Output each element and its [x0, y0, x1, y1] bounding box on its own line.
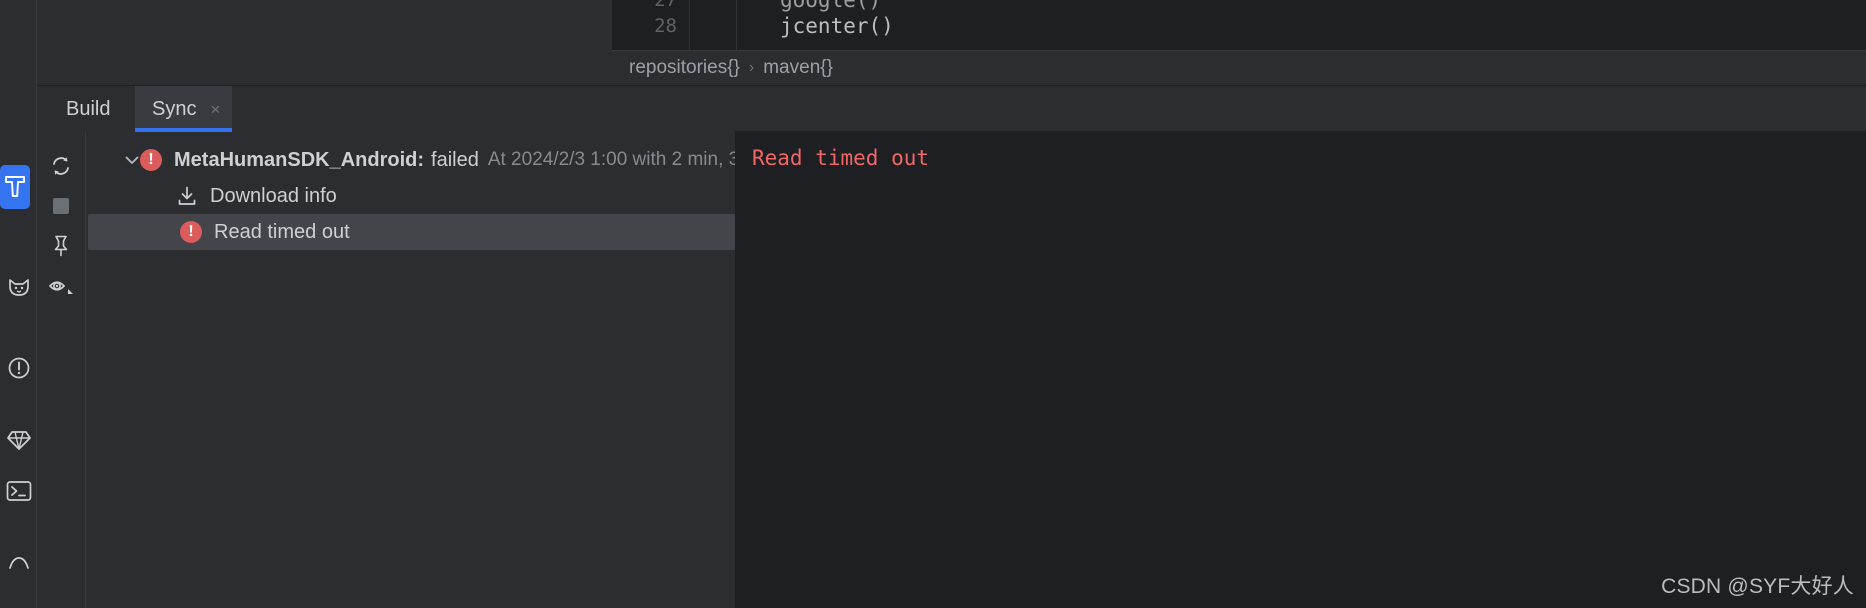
- line-number: 27: [654, 0, 677, 11]
- editor-left-gutter: [0, 0, 37, 85]
- expanded-chevron-icon[interactable]: [124, 154, 140, 166]
- code-folding-gutter[interactable]: [689, 0, 737, 50]
- sync-result-tree: ! MetaHumanSDK_Android: failed At 2024/2…: [86, 132, 772, 608]
- partial-icon: [7, 554, 31, 572]
- error-icon: !: [180, 221, 202, 243]
- cat-assistant-icon: [7, 277, 31, 299]
- rail-item-build[interactable]: [0, 165, 30, 209]
- close-icon[interactable]: ×: [210, 101, 220, 118]
- chevron-right-icon: ›: [748, 59, 755, 76]
- breadcrumb-item-maven[interactable]: maven{}: [763, 57, 833, 79]
- console-error-text: Read timed out: [752, 146, 930, 170]
- stop-button[interactable]: [43, 188, 79, 224]
- rerun-button[interactable]: [43, 148, 79, 184]
- left-tool-rail: [0, 85, 37, 608]
- tab-build[interactable]: Build: [49, 86, 127, 132]
- editor-strip: 27 28 google() jcenter() repositories{} …: [0, 0, 1866, 85]
- tab-build-label: Build: [66, 97, 111, 120]
- tree-row-read-timed-out[interactable]: ! Read timed out: [88, 214, 756, 250]
- show-options-button[interactable]: [43, 268, 79, 304]
- console-output-panel[interactable]: Read timed out: [735, 131, 1866, 608]
- watermark: CSDN @SYF大好人: [1661, 575, 1854, 598]
- rail-item-more[interactable]: [0, 540, 37, 586]
- project-name: MetaHumanSDK_Android:: [174, 148, 425, 171]
- rail-item-assistant[interactable]: [0, 265, 37, 311]
- stop-icon: [52, 197, 70, 215]
- rail-item-terminal[interactable]: [0, 468, 37, 514]
- sync-timestamp: At 2024/2/3 1:00 with 2 min, 30 sec, 778…: [487, 149, 772, 170]
- eye-icon: [48, 275, 74, 297]
- tab-sync-label: Sync: [152, 97, 197, 120]
- pin-button[interactable]: [43, 228, 79, 264]
- code-line: jcenter(): [780, 14, 894, 38]
- download-icon: [176, 185, 198, 207]
- tool-window-tab-bar: Build Sync ×: [37, 86, 1866, 132]
- build-hammer-icon: [4, 174, 26, 200]
- tree-item-label: Read timed out: [214, 220, 350, 243]
- line-number: 28: [654, 15, 677, 37]
- refresh-icon: [49, 154, 73, 178]
- problems-warning-icon: [7, 356, 31, 380]
- breadcrumb[interactable]: repositories{} › maven{}: [612, 50, 1866, 85]
- sync-status: failed: [431, 148, 479, 171]
- breadcrumb-item-repositories[interactable]: repositories{}: [629, 57, 740, 79]
- tree-row-download-info[interactable]: Download info: [86, 178, 772, 214]
- tree-item-label: Download info: [210, 184, 337, 207]
- error-icon: !: [140, 149, 162, 171]
- rail-item-profiler[interactable]: [0, 417, 37, 463]
- gem-profiler-icon: [6, 428, 32, 452]
- terminal-icon: [6, 480, 32, 502]
- tool-window-action-strip: [37, 132, 85, 608]
- pin-icon: [50, 234, 72, 258]
- rail-item-problems[interactable]: [0, 345, 37, 391]
- tree-row-root[interactable]: ! MetaHumanSDK_Android: failed At 2024/2…: [86, 142, 772, 178]
- code-line: google(): [780, 0, 882, 12]
- tab-sync[interactable]: Sync ×: [135, 86, 233, 132]
- android-studio-window: 27 28 google() jcenter() repositories{} …: [0, 0, 1866, 608]
- line-number-gutter: 27 28: [612, 0, 689, 50]
